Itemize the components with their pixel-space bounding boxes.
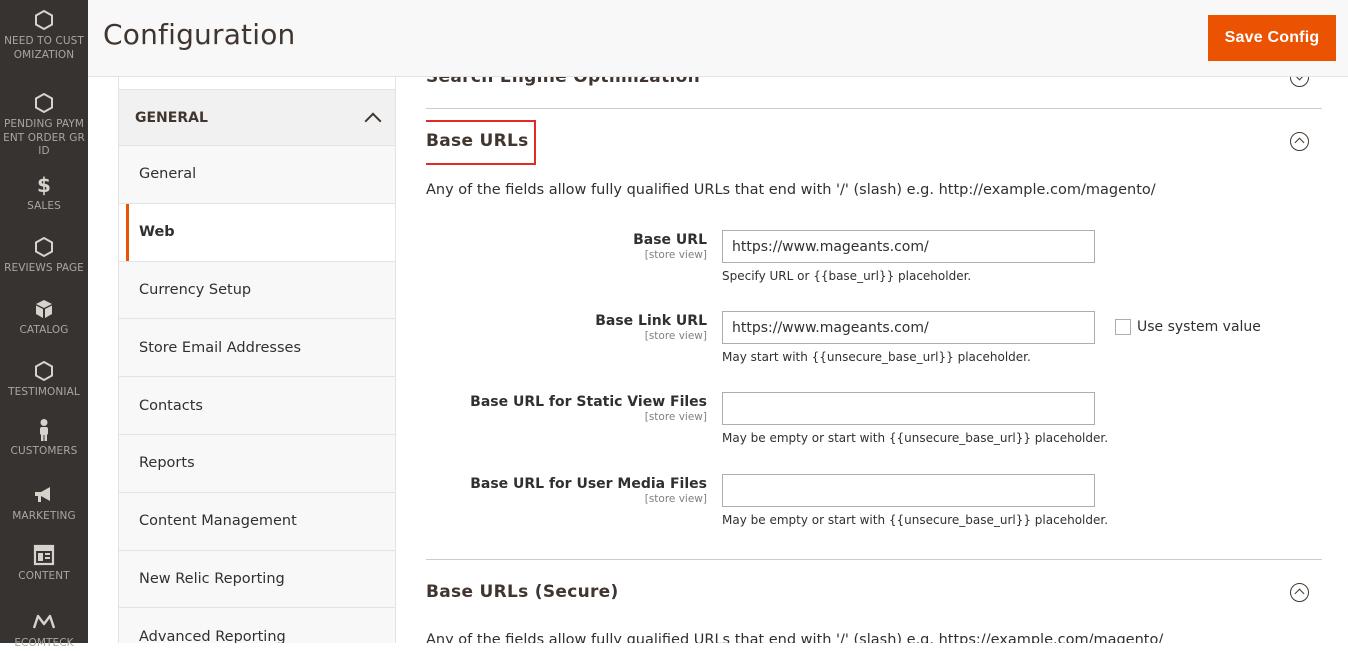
menu-item-reviews-page[interactable]: REVIEWS PAGE (0, 235, 88, 276)
hexagon-icon (32, 91, 56, 115)
chevron-up-icon (364, 112, 382, 129)
scope-label: [store view] (644, 493, 707, 505)
section-comment: Any of the fields allow fully qualified … (426, 632, 1164, 643)
menu-item-ecomteck[interactable]: ECOMTECK (0, 610, 88, 651)
menu-item-label: CONTENT (18, 570, 70, 582)
scope-label: [store view] (644, 411, 707, 423)
tab-list: General Web Currency Setup Store Email A… (119, 146, 395, 643)
field-base-link-url: Base Link URL [store view] Use system va… (426, 311, 1322, 371)
section-divider (426, 559, 1322, 560)
section-title: Base URLs (Secure) (426, 582, 619, 602)
page-title: Configuration (103, 18, 296, 51)
section-divider (426, 108, 1322, 109)
section-comment: Any of the fields allow fully qualified … (426, 182, 1156, 198)
tab-reports[interactable]: Reports (119, 435, 395, 493)
menu-item-content[interactable]: CONTENT (0, 543, 88, 584)
field-label-text: Base Link URL (595, 313, 707, 329)
menu-item-label: TESTIMONIAL (8, 386, 80, 398)
base-url-media-input[interactable] (722, 474, 1095, 507)
field-label: Base Link URL [store view] (447, 313, 707, 342)
base-url-input[interactable] (722, 230, 1095, 263)
menu-item-label: CATALOG (19, 324, 69, 336)
menu-item-testimonial[interactable]: TESTIMONIAL (0, 359, 88, 400)
section-title: Base URLs (426, 131, 529, 151)
field-label: Base URL for User Media Files [store vie… (447, 476, 707, 505)
tab-general[interactable]: General (119, 146, 395, 204)
checkbox[interactable] (1115, 319, 1131, 335)
menu-item-label: PENDING PAYMENT ORDER GRID (3, 118, 85, 157)
field-label: Base URL [store view] (447, 232, 707, 261)
config-tabs: GENERAL General Web Currency Setup Store… (118, 77, 396, 643)
hexagon-icon (32, 235, 56, 259)
menu-item-label: SALES (27, 200, 61, 212)
menu-item-pending-payment-order-grid[interactable]: PENDING PAYMENT ORDER GRID (0, 91, 88, 159)
menu-item-customers[interactable]: CUSTOMERS (0, 418, 88, 459)
tab-advanced-reporting[interactable]: Advanced Reporting (119, 608, 395, 643)
megaphone-icon (32, 483, 56, 507)
field-note: May be empty or start with {{unsecure_ba… (722, 513, 1109, 527)
field-label-text: Base URL for Static View Files (470, 394, 707, 410)
menu-item-marketing[interactable]: MARKETING (0, 483, 88, 524)
chevron-up-icon (1290, 131, 1309, 151)
section-header-base-urls-secure[interactable]: Base URLs (Secure) (426, 580, 1322, 604)
menu-item-sales[interactable]: $ SALES (0, 173, 88, 214)
m-logo-icon (32, 610, 56, 634)
menu-item-need-to-customization[interactable]: NEED TO CUSTOMIZATION (0, 8, 88, 62)
cube-icon (32, 297, 56, 321)
menu-item-catalog[interactable]: CATALOG (0, 297, 88, 338)
field-label-text: Base URL (633, 232, 707, 248)
admin-menu: NEED TO CUSTOMIZATION PENDING PAYMENT OR… (0, 0, 88, 649)
field-note: May start with {{unsecure_base_url}} pla… (722, 350, 1031, 364)
scope-label: [store view] (644, 249, 707, 261)
menu-item-label: NEED TO CUSTOMIZATION (4, 35, 84, 61)
section-header-seo[interactable]: Search Engine Optimization (426, 77, 1322, 89)
section-header-base-urls[interactable]: Base URLs (426, 129, 1322, 153)
tab-web[interactable]: Web (119, 203, 395, 262)
section-title: Search Engine Optimization (426, 77, 701, 87)
base-url-static-input[interactable] (722, 392, 1095, 425)
checkbox-label: Use system value (1137, 319, 1261, 335)
person-icon (32, 418, 56, 442)
tab-currency-setup[interactable]: Currency Setup (119, 262, 395, 320)
scope-label: [store view] (644, 330, 707, 342)
field-label-text: Base URL for User Media Files (470, 476, 707, 492)
svg-text:$: $ (37, 174, 51, 196)
config-content: Search Engine Optimization Base URLs Any… (426, 77, 1322, 643)
field-note: Specify URL or {{base_url}} placeholder. (722, 269, 972, 283)
base-link-url-input[interactable] (722, 311, 1095, 344)
menu-item-label: MARKETING (12, 510, 76, 522)
hexagon-icon (32, 359, 56, 383)
menu-item-label: CUSTOMERS (10, 445, 78, 457)
page-header: Configuration Save Config (88, 0, 1348, 77)
menu-item-label: REVIEWS PAGE (4, 262, 84, 274)
tab-contacts[interactable]: Contacts (119, 377, 395, 435)
hexagon-icon (32, 8, 56, 32)
field-label: Base URL for Static View Files [store vi… (447, 394, 707, 423)
menu-item-label: ECOMTECK (14, 637, 74, 649)
tab-store-email-addresses[interactable]: Store Email Addresses (119, 319, 395, 378)
dollar-icon: $ (32, 173, 56, 197)
layout-icon (32, 543, 56, 567)
tab-group-title: GENERAL (135, 109, 208, 126)
field-note: May be empty or start with {{unsecure_ba… (722, 431, 1109, 445)
field-base-url: Base URL [store view] Specify URL or {{b… (426, 230, 1322, 290)
field-base-url-media: Base URL for User Media Files [store vie… (426, 474, 1322, 534)
chevron-down-icon (1290, 77, 1309, 87)
tabs-spacer (119, 77, 395, 90)
tab-group-general[interactable]: GENERAL (119, 90, 395, 146)
tab-new-relic-reporting[interactable]: New Relic Reporting (119, 551, 395, 609)
chevron-up-icon (1290, 582, 1309, 602)
tab-content-management[interactable]: Content Management (119, 493, 395, 551)
save-config-button[interactable]: Save Config (1208, 15, 1336, 61)
use-system-value-checkbox[interactable]: Use system value (1115, 319, 1261, 335)
field-base-url-static: Base URL for Static View Files [store vi… (426, 392, 1322, 452)
